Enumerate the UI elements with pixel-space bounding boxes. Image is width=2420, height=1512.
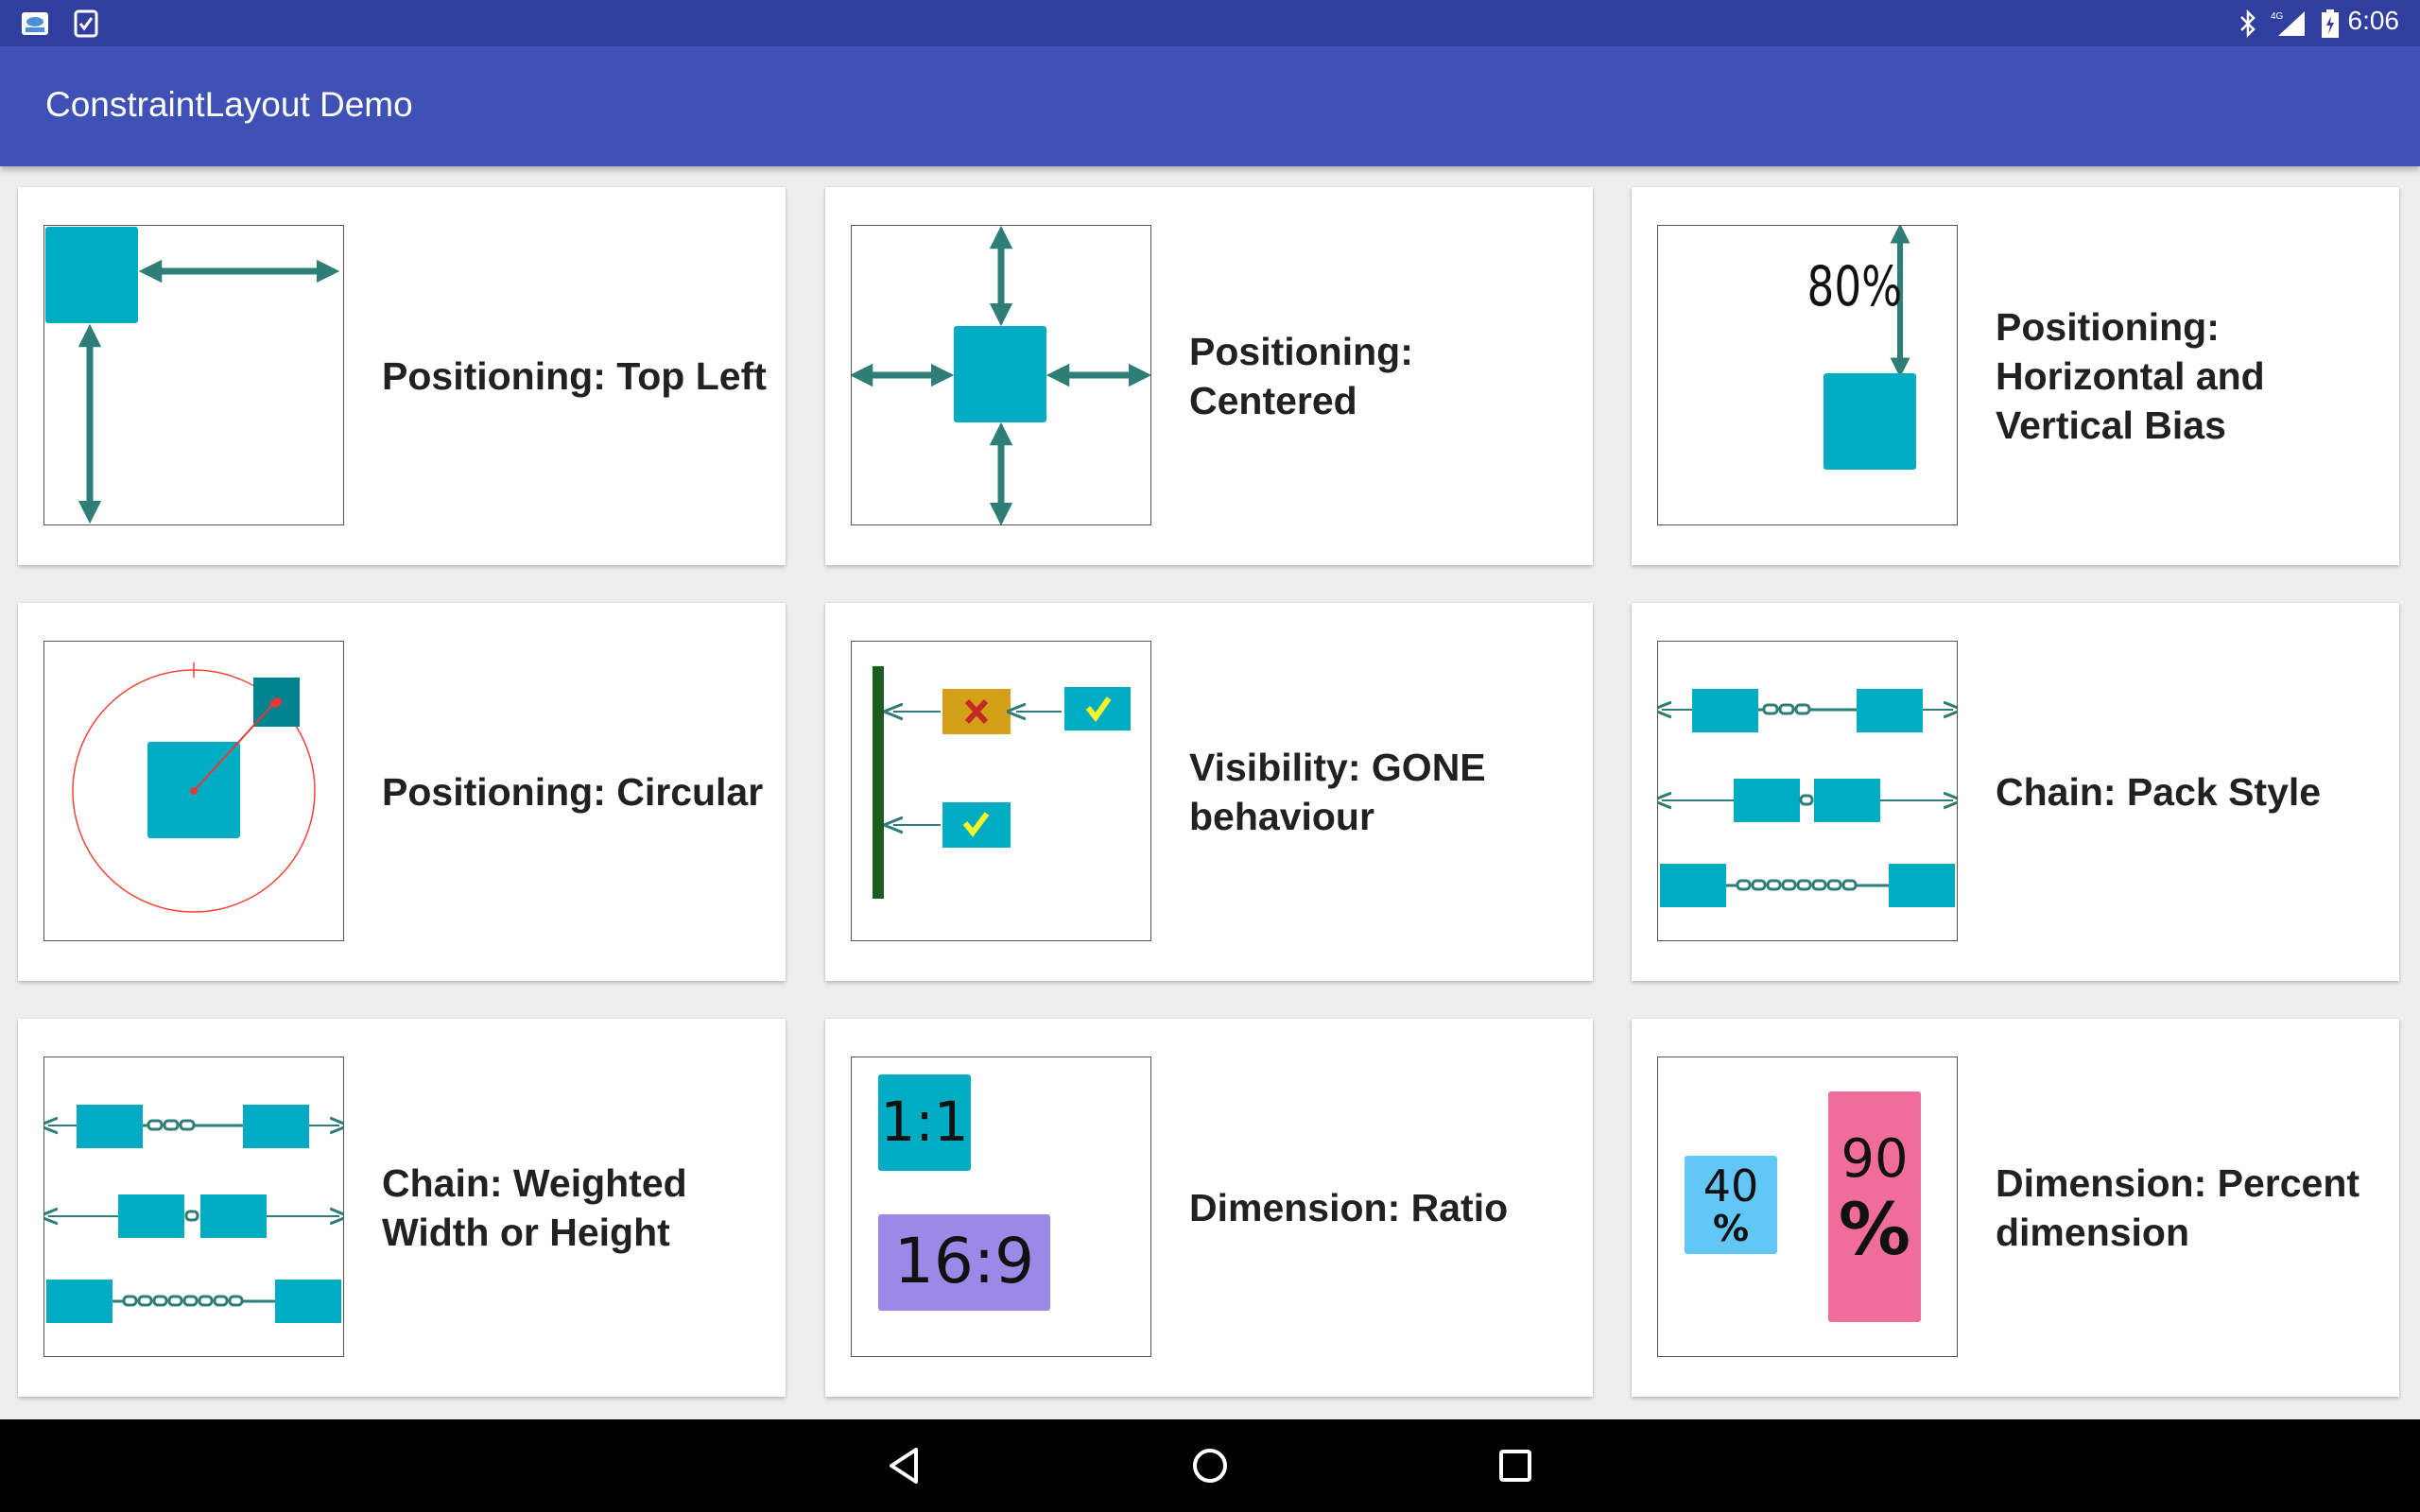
app-bar: ConstraintLayout Demo	[0, 46, 2420, 166]
card-visibility-gone[interactable]: Visibility: GONE behaviour	[825, 603, 1593, 981]
bias-percent-text: 80%	[1807, 256, 1903, 319]
card-label: Dimension: Ratio	[1189, 1186, 1509, 1229]
status-bar: 4G 6:06	[0, 0, 2420, 46]
card-label: Chain: Weighted Width or Height	[382, 1161, 687, 1254]
home-icon[interactable]	[1186, 1442, 1234, 1489]
card-label: Chain: Pack Style	[1996, 770, 2322, 814]
demo-grid: Positioning: Top Left Positioning: Cente…	[0, 166, 2420, 1419]
card-label: Positioning: Circular	[382, 770, 764, 814]
task-check-icon	[74, 9, 98, 42]
card-label: Positioning: Top Left	[382, 354, 767, 398]
weather-app-icon	[21, 9, 49, 42]
card-dimension-percent[interactable]: 40 % 90 % Dimension: Percent dimension	[1632, 1019, 2399, 1397]
thumb-percent: 40 % 90 %	[1657, 1057, 1958, 1357]
card-positioning-circular[interactable]: Positioning: Circular	[18, 603, 786, 981]
percent-large-num: 90	[1841, 1128, 1908, 1190]
card-positioning-centered[interactable]: Positioning: Centered	[825, 187, 1593, 565]
recents-icon[interactable]	[1492, 1442, 1539, 1489]
thumb-centered	[851, 225, 1151, 525]
back-icon[interactable]	[882, 1442, 929, 1489]
card-positioning-bias[interactable]: 80% Positioning: Horizontal and Vertical…	[1632, 187, 2399, 565]
card-chain-weighted[interactable]: Chain: Weighted Width or Height	[18, 1019, 786, 1397]
svg-text:4G: 4G	[2271, 11, 2284, 22]
thumb-visibility-gone	[851, 641, 1151, 941]
percent-large-sign: %	[1839, 1187, 1910, 1271]
card-label: Visibility: GONE behaviour	[1189, 746, 1486, 838]
navigation-bar	[0, 1419, 2420, 1512]
clock: 6:06	[2347, 6, 2400, 35]
card-chain-pack[interactable]: Chain: Pack Style	[1632, 603, 2399, 981]
thumb-top-left	[43, 225, 344, 525]
app-title: ConstraintLayout Demo	[45, 85, 413, 124]
card-label: Positioning: Centered	[1189, 330, 1413, 422]
percent-small-num: 40	[1703, 1160, 1759, 1211]
ratio-wide-text: 16:9	[894, 1225, 1034, 1297]
thumb-circular	[43, 641, 344, 941]
thumb-chain-weighted	[43, 1057, 344, 1357]
ratio-square-text: 1:1	[880, 1090, 968, 1154]
card-positioning-top-left[interactable]: Positioning: Top Left	[18, 187, 786, 565]
card-label: Dimension: Percent dimension	[1996, 1161, 2360, 1254]
battery-charging-icon	[2322, 9, 2339, 42]
signal-icon: 4G	[2271, 9, 2308, 42]
bluetooth-icon	[2238, 9, 2257, 42]
thumb-chain-pack	[1657, 641, 1958, 941]
card-label: Positioning: Horizontal and Vertical Bia…	[1996, 305, 2265, 447]
card-dimension-ratio[interactable]: 1:1 16:9 Dimension: Ratio	[825, 1019, 1593, 1397]
thumb-bias: 80%	[1657, 225, 1958, 525]
thumb-ratio: 1:1 16:9	[851, 1057, 1151, 1357]
percent-small-sign: %	[1713, 1208, 1749, 1249]
